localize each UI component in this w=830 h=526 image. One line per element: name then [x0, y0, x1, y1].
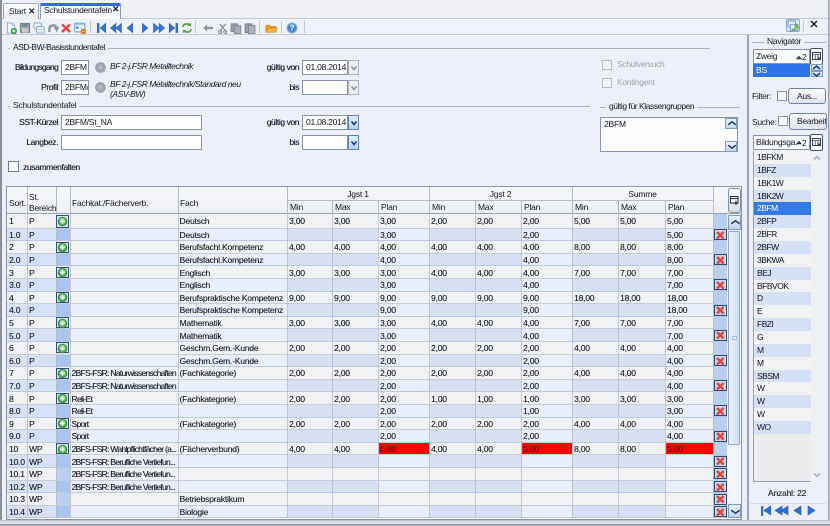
svg-text:?: ? — [290, 24, 295, 33]
